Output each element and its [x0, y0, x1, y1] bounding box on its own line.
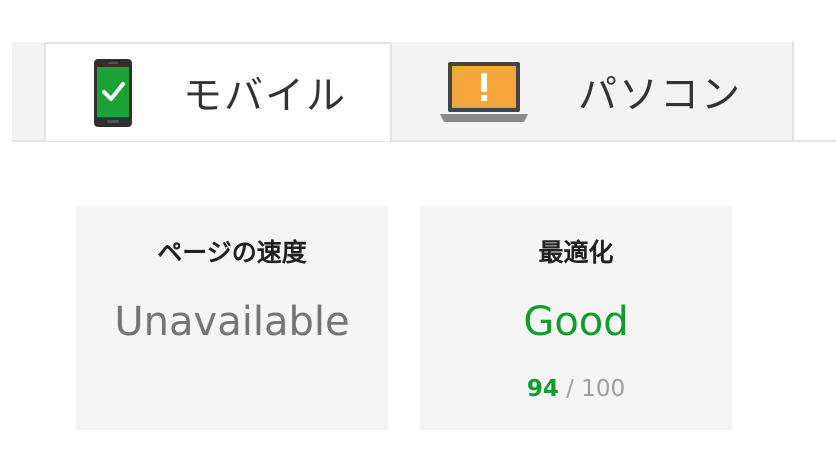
- optimization-score-number: 94: [526, 376, 559, 402]
- tab-mobile[interactable]: モバイル: [44, 42, 392, 141]
- tab-mobile-label: モバイル: [183, 73, 348, 119]
- page-speed-title: ページの速度: [157, 238, 307, 267]
- optimization-score-max: / 100: [566, 376, 626, 402]
- laptop-warning-icon: [440, 61, 528, 122]
- optimization-score: 94 / 100: [420, 376, 732, 402]
- optimization-title: 最適化: [538, 238, 614, 267]
- page: モバイル パソコン ページの速度 Unavailable 最適化 Good 94…: [0, 0, 836, 460]
- tab-strip-background: [12, 42, 44, 141]
- page-speed-card: ページの速度 Unavailable: [76, 206, 388, 430]
- tab-desktop-label: パソコン: [578, 72, 743, 118]
- optimization-card: 最適化 Good 94 / 100: [420, 206, 732, 430]
- mobile-phone-check-icon: [94, 58, 132, 127]
- tab-desktop[interactable]: パソコン: [392, 42, 794, 141]
- optimization-value: Good: [523, 299, 629, 345]
- page-speed-value: Unavailable: [114, 299, 350, 345]
